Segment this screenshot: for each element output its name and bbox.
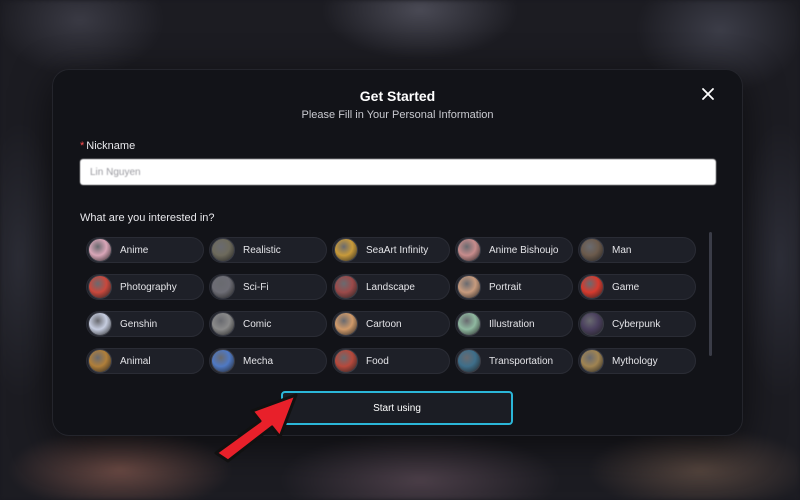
interest-avatar: [211, 312, 235, 336]
interest-chip[interactable]: Realistic: [209, 237, 327, 263]
interest-chip-label: Game: [612, 281, 640, 293]
required-mark: *: [80, 140, 85, 152]
interest-avatar: [457, 312, 481, 336]
interest-avatar: [334, 238, 358, 262]
interest-chip[interactable]: Illustration: [455, 311, 573, 337]
interest-chip-label: Man: [612, 244, 632, 256]
interest-avatar: [334, 312, 358, 336]
interest-chip[interactable]: Cyberpunk: [578, 311, 696, 337]
interest-avatar: [580, 275, 604, 299]
interest-chip-label: Food: [366, 355, 389, 367]
modal-subtitle: Please Fill in Your Personal Information: [301, 109, 494, 121]
interest-chip[interactable]: Landscape: [332, 274, 450, 300]
nickname-label-text: Nickname: [86, 140, 136, 152]
interest-chip-label: Animal: [120, 355, 151, 367]
interest-chip-label: Anime: [120, 244, 149, 256]
interest-avatar: [88, 238, 112, 262]
interest-chip-label: Realistic: [243, 244, 281, 256]
interest-chip[interactable]: Food: [332, 348, 450, 374]
interest-chip-label: Transportation: [489, 355, 554, 367]
interest-chip-label: Mythology: [612, 355, 658, 367]
interest-chip-label: Sci-Fi: [243, 281, 269, 293]
interest-chip-label: Genshin: [120, 318, 158, 330]
annotation-arrow: [214, 393, 298, 463]
interest-chip-label: SeaArt Infinity: [366, 244, 429, 256]
interest-chip[interactable]: Anime: [86, 237, 204, 263]
chips-scrollbar[interactable]: [709, 232, 712, 356]
interest-chip-label: Illustration: [489, 318, 535, 330]
interest-avatar: [88, 275, 112, 299]
modal-title: Get Started: [359, 88, 436, 104]
interest-avatar: [580, 238, 604, 262]
interest-chip[interactable]: Genshin: [86, 311, 204, 337]
interest-chip-label: Portrait: [489, 281, 522, 293]
nickname-input[interactable]: [80, 159, 716, 185]
interest-chip[interactable]: Mecha: [209, 348, 327, 374]
interest-chip-label: Cartoon: [366, 318, 402, 330]
get-started-modal: Get Started Please Fill in Your Personal…: [53, 70, 742, 435]
interest-chip-label: Landscape: [366, 281, 415, 293]
interest-avatar: [211, 275, 235, 299]
interest-chip-label: Mecha: [243, 355, 274, 367]
interests-label: What are you interested in?: [80, 212, 215, 224]
interest-chip[interactable]: Mythology: [578, 348, 696, 374]
interest-chip[interactable]: Game: [578, 274, 696, 300]
interest-chip-label: Photography: [120, 281, 177, 293]
interest-avatar: [334, 275, 358, 299]
start-using-button[interactable]: Start using: [281, 391, 513, 425]
interest-avatar: [211, 238, 235, 262]
interest-avatar: [334, 349, 358, 373]
interest-chip-grid: Anime Realistic SeaArt Infinity Anime Bisho…: [86, 237, 701, 377]
interest-chip[interactable]: Portrait: [455, 274, 573, 300]
interest-chip-label: Comic: [243, 318, 272, 330]
interest-chip-label: Cyberpunk: [612, 318, 661, 330]
interest-avatar: [457, 349, 481, 373]
interest-avatar: [211, 349, 235, 373]
interest-chip[interactable]: Photography: [86, 274, 204, 300]
interest-chip[interactable]: Cartoon: [332, 311, 450, 337]
interest-chip[interactable]: SeaArt Infinity: [332, 237, 450, 263]
interest-avatar: [457, 238, 481, 262]
interest-chip[interactable]: Animal: [86, 348, 204, 374]
interest-avatar: [88, 312, 112, 336]
interest-chip-label: Anime Bishoujo: [489, 244, 559, 256]
close-icon[interactable]: [700, 86, 716, 102]
nickname-label: * Nickname: [80, 140, 135, 152]
interest-chip[interactable]: Comic: [209, 311, 327, 337]
interest-avatar: [457, 275, 481, 299]
interest-avatar: [88, 349, 112, 373]
interest-chip[interactable]: Anime Bishoujo: [455, 237, 573, 263]
interest-avatar: [580, 312, 604, 336]
interest-chip[interactable]: Man: [578, 237, 696, 263]
interest-chip[interactable]: Transportation: [455, 348, 573, 374]
interest-avatar: [580, 349, 604, 373]
interest-chip[interactable]: Sci-Fi: [209, 274, 327, 300]
